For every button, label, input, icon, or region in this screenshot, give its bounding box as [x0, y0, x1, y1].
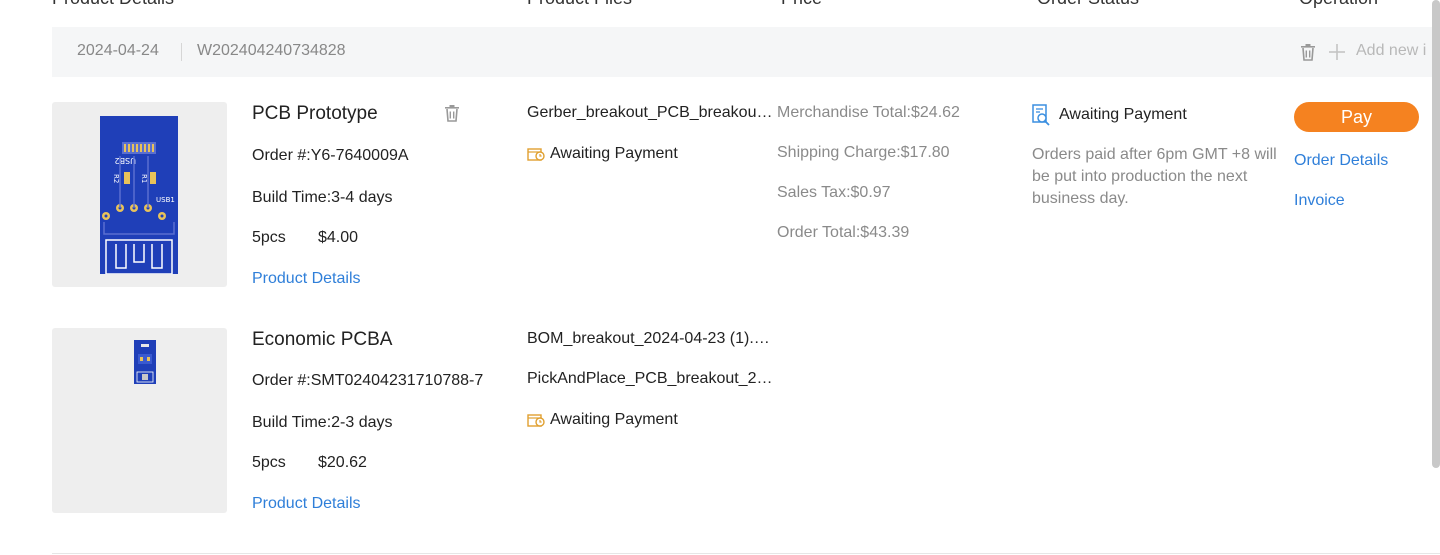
- pcb-board-image: USB2 R2 R1 USB1: [100, 116, 178, 274]
- col-header-operation: Operation: [1299, 0, 1378, 9]
- file-status-text: Awaiting Payment: [550, 411, 678, 428]
- delete-item-icon[interactable]: [443, 104, 461, 127]
- item-order-number: Order #:Y6-7640009A: [252, 147, 409, 164]
- file-link-bom[interactable]: BOM_breakout_2024-04-23 (1).csv: [527, 330, 775, 348]
- item-unit-price: $4.00: [318, 229, 359, 246]
- order-status-text: Awaiting Payment: [1059, 106, 1187, 123]
- shipping-charge: Shipping Charge:$17.80: [777, 144, 950, 161]
- file-status-text: Awaiting Payment: [550, 145, 678, 162]
- vertical-scrollbar[interactable]: [1432, 0, 1440, 468]
- item-unit-price: $20.62: [318, 454, 367, 471]
- plus-icon[interactable]: [1328, 43, 1346, 66]
- order-number: W202404240734828: [197, 42, 346, 59]
- delete-order-icon[interactable]: [1299, 43, 1317, 66]
- file-status: Awaiting Payment: [527, 411, 678, 429]
- col-header-product-details: Product Details: [52, 0, 174, 9]
- order-bar-divider: [181, 43, 182, 61]
- item-order-number: Order #:SMT02404231710788-7: [252, 372, 484, 389]
- col-header-order-status: Order Status: [1037, 0, 1139, 9]
- pay-button[interactable]: Pay: [1294, 102, 1419, 132]
- economic-pcba-thumbnail[interactable]: [52, 328, 227, 513]
- silkscreen-usb1: USB1: [156, 196, 175, 204]
- file-status: Awaiting Payment: [527, 145, 678, 163]
- order-date: 2024-04-24: [77, 42, 159, 59]
- silkscreen-usb2: USB2: [114, 156, 136, 165]
- col-header-product-files: Product Files: [527, 0, 632, 9]
- order-status: Awaiting Payment: [1032, 104, 1187, 126]
- pending-clock-icon: [527, 148, 545, 161]
- merchandise-total: Merchandise Total:$24.62: [777, 104, 960, 121]
- item-build-time: Build Time:2-3 days: [252, 414, 393, 431]
- pcba-board-image: [134, 340, 156, 384]
- silkscreen-r2: R2: [112, 174, 120, 183]
- item-quantity: 5pcs: [252, 229, 286, 246]
- product-details-link[interactable]: Product Details: [252, 495, 361, 513]
- production-note: Orders paid after 6pm GMT +8 will be put…: [1032, 146, 1277, 207]
- order-total: Order Total:$43.39: [777, 224, 910, 241]
- document-search-icon: [1032, 104, 1050, 126]
- item-title: PCB Prototype: [252, 103, 378, 124]
- file-link-gerber[interactable]: Gerber_breakout_PCB_breakout_2024-04-23: [527, 104, 775, 122]
- sales-tax: Sales Tax:$0.97: [777, 184, 891, 201]
- item-title: Economic PCBA: [252, 329, 393, 350]
- order-divider: [52, 553, 1440, 554]
- add-new-item-link[interactable]: Add new i: [1356, 42, 1426, 60]
- product-details-link[interactable]: Product Details: [252, 270, 361, 288]
- item-build-time: Build Time:3-4 days: [252, 189, 393, 206]
- invoice-link[interactable]: Invoice: [1294, 192, 1345, 210]
- file-link-pick-and-place[interactable]: PickAndPlace_PCB_breakout_2024-04-23.csv: [527, 370, 775, 388]
- pcb-prototype-thumbnail[interactable]: USB2 R2 R1 USB1: [52, 102, 227, 287]
- col-header-price: Price: [781, 0, 822, 9]
- order-details-link[interactable]: Order Details: [1294, 152, 1388, 170]
- item-quantity: 5pcs: [252, 454, 286, 471]
- pending-clock-icon: [527, 414, 545, 427]
- silkscreen-r1: R1: [140, 174, 148, 183]
